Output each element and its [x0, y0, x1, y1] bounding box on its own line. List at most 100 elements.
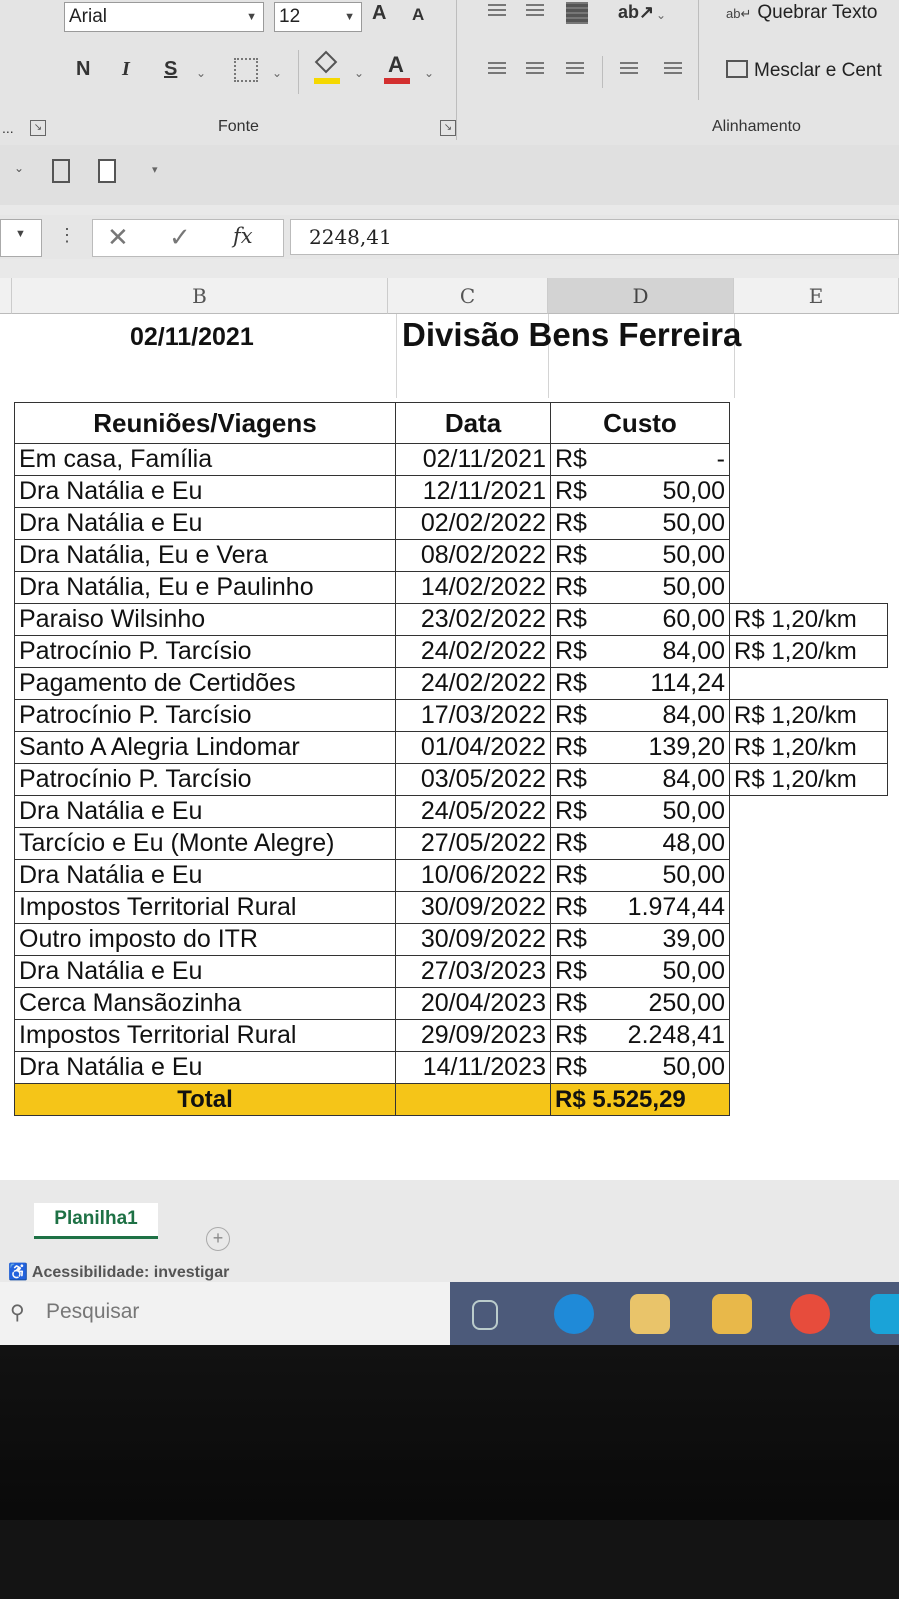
taskbar-search[interactable]: ⚲ Pesquisar: [0, 1282, 450, 1345]
align-bottom-icon[interactable]: [566, 2, 588, 24]
row-date[interactable]: 14/11/2023: [395, 1051, 551, 1084]
row-cost[interactable]: R$ 50,00: [550, 955, 730, 988]
row-cost[interactable]: R$ 139,20: [550, 731, 730, 764]
row-date[interactable]: 17/03/2022: [395, 699, 551, 732]
column-header-e[interactable]: E: [734, 278, 899, 314]
align-top-icon[interactable]: [488, 4, 506, 18]
row-description[interactable]: Dra Natália e Eu: [14, 795, 396, 828]
cancel-icon[interactable]: ✕: [107, 222, 129, 253]
column-header-c[interactable]: C: [388, 278, 548, 314]
row-description[interactable]: Dra Natália e Eu: [14, 507, 396, 540]
row-cost[interactable]: R$ 84,00: [550, 635, 730, 668]
row-date[interactable]: 02/11/2021: [395, 443, 551, 476]
row-description[interactable]: Santo A Alegria Lindomar: [14, 731, 396, 764]
row-date[interactable]: 30/09/2022: [395, 923, 551, 956]
row-date[interactable]: 12/11/2021: [395, 475, 551, 508]
row-date[interactable]: 20/04/2023: [395, 987, 551, 1020]
row-date[interactable]: 27/03/2023: [395, 955, 551, 988]
row-rate[interactable]: [730, 1020, 888, 1052]
total-empty-cell[interactable]: [395, 1083, 551, 1116]
row-description[interactable]: Impostos Territorial Rural: [14, 1019, 396, 1052]
row-description[interactable]: Dra Natália, Eu e Paulinho: [14, 571, 396, 604]
row-date[interactable]: 30/09/2022: [395, 891, 551, 924]
font-color-icon[interactable]: A: [384, 52, 410, 84]
row-cost[interactable]: R$ 50,00: [550, 507, 730, 540]
add-sheet-button[interactable]: +: [206, 1227, 230, 1251]
increase-indent-icon[interactable]: [664, 62, 682, 76]
merge-center-button[interactable]: Mesclar e Cent: [726, 60, 882, 82]
row-cost[interactable]: R$ 50,00: [550, 1051, 730, 1084]
row-cost[interactable]: R$ -: [550, 443, 730, 476]
row-rate[interactable]: [730, 668, 888, 700]
customize-qat-icon[interactable]: ▾: [152, 163, 158, 176]
row-cost[interactable]: R$ 50,00: [550, 475, 730, 508]
row-rate[interactable]: [730, 444, 888, 476]
column-header-d[interactable]: D: [548, 278, 734, 314]
row-date[interactable]: 29/09/2023: [395, 1019, 551, 1052]
row-description[interactable]: Patrocínio P. Tarcísio: [14, 635, 396, 668]
align-right-icon[interactable]: [566, 62, 584, 76]
row-description[interactable]: Paraiso Wilsinho: [14, 603, 396, 636]
row-cost[interactable]: R$ 84,00: [550, 763, 730, 796]
edge-icon[interactable]: [554, 1294, 594, 1334]
insert-function-icon[interactable]: fx: [233, 224, 253, 248]
italic-button[interactable]: I: [122, 58, 130, 81]
row-description[interactable]: Patrocínio P. Tarcísio: [14, 699, 396, 732]
row-rate[interactable]: [730, 476, 888, 508]
name-box[interactable]: ▼: [0, 219, 42, 257]
row-date[interactable]: 08/02/2022: [395, 539, 551, 572]
file-explorer-icon[interactable]: [712, 1294, 752, 1334]
total-label[interactable]: Total: [14, 1083, 396, 1116]
row-cost[interactable]: R$ 48,00: [550, 827, 730, 860]
row-date[interactable]: 10/06/2022: [395, 859, 551, 892]
row-rate[interactable]: [730, 892, 888, 924]
chevron-down-icon[interactable]: ⌄: [354, 66, 364, 80]
font-size-dropdown[interactable]: 12 ▼: [274, 2, 362, 32]
row-rate[interactable]: [730, 508, 888, 540]
row-rate[interactable]: [730, 988, 888, 1020]
row-description[interactable]: Impostos Territorial Rural: [14, 891, 396, 924]
row-description[interactable]: Em casa, Família: [14, 443, 396, 476]
row-description[interactable]: Patrocínio P. Tarcísio: [14, 763, 396, 796]
mail-icon[interactable]: [870, 1294, 899, 1334]
row-cost[interactable]: R$ 114,24: [550, 667, 730, 700]
row-rate[interactable]: [730, 860, 888, 892]
total-value[interactable]: R$ 5.525,29: [550, 1083, 730, 1116]
row-description[interactable]: Tarcício e Eu (Monte Alegre): [14, 827, 396, 860]
row-description[interactable]: Pagamento de Certidões: [14, 667, 396, 700]
row-rate[interactable]: [730, 796, 888, 828]
row-rate[interactable]: [730, 956, 888, 988]
font-name-dropdown[interactable]: Arial ▼: [64, 2, 264, 32]
row-description[interactable]: Dra Natália e Eu: [14, 1051, 396, 1084]
row-date[interactable]: 24/05/2022: [395, 795, 551, 828]
corner-header[interactable]: [0, 278, 12, 314]
row-description[interactable]: Dra Natália, Eu e Vera: [14, 539, 396, 572]
row-date[interactable]: 24/02/2022: [395, 635, 551, 668]
more-options-icon[interactable]: ⋮: [58, 225, 76, 246]
row-rate[interactable]: R$ 1,20/km: [729, 731, 888, 764]
row-rate[interactable]: R$ 1,20/km: [729, 635, 888, 668]
wrap-text-button[interactable]: ab↵ Quebrar Texto: [726, 2, 877, 24]
align-middle-icon[interactable]: [526, 4, 544, 18]
row-rate[interactable]: [730, 828, 888, 860]
accessibility-status[interactable]: ♿ Acessibilidade: investigar: [8, 1262, 229, 1282]
align-center-icon[interactable]: [526, 62, 544, 76]
row-cost[interactable]: R$ 50,00: [550, 859, 730, 892]
new-document-icon[interactable]: [98, 159, 116, 183]
task-view-icon[interactable]: [472, 1300, 498, 1330]
row-description[interactable]: Cerca Mansãozinha: [14, 987, 396, 1020]
row-cost[interactable]: R$ 50,00: [550, 571, 730, 604]
chevron-down-icon[interactable]: ⌄: [656, 8, 666, 22]
header-cost[interactable]: Custo: [550, 402, 730, 444]
header-date[interactable]: Data: [395, 402, 551, 444]
store-icon[interactable]: [630, 1294, 670, 1334]
shrink-font-button[interactable]: A: [412, 5, 424, 25]
row-cost[interactable]: R$ 250,00: [550, 987, 730, 1020]
row-rate[interactable]: R$ 1,20/km: [729, 763, 888, 796]
sheet-tab-planilha1[interactable]: Planilha1: [34, 1203, 158, 1239]
chevron-down-icon[interactable]: ⌄: [272, 66, 282, 80]
row-date[interactable]: 14/02/2022: [395, 571, 551, 604]
enter-icon[interactable]: ✓: [169, 222, 191, 253]
row-cost[interactable]: R$ 2.248,41: [550, 1019, 730, 1052]
row-description[interactable]: Outro imposto do ITR: [14, 923, 396, 956]
